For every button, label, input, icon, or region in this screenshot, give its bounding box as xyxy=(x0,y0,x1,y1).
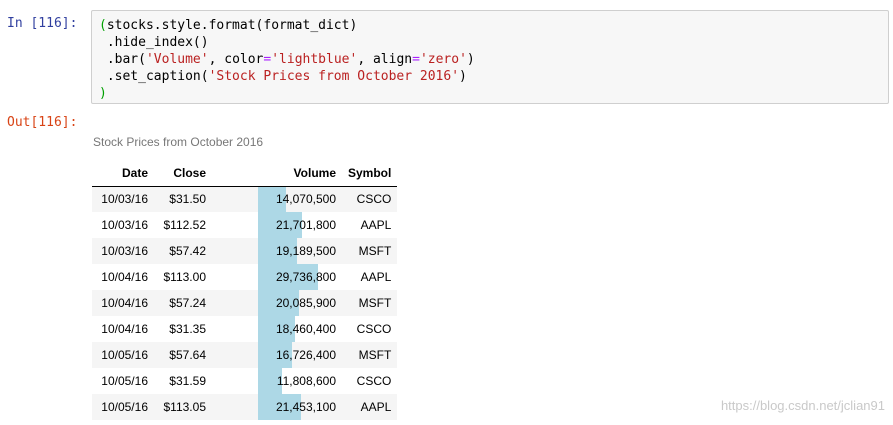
cell-volume: 21,701,800 xyxy=(212,212,342,238)
cell-volume: 14,070,500 xyxy=(212,186,342,212)
cell-symbol: AAPL xyxy=(360,218,392,232)
table-caption: Stock Prices from October 2016 xyxy=(93,135,264,149)
cell-close: $31.50 xyxy=(154,186,212,212)
cell-close: $57.42 xyxy=(154,238,212,264)
cell-volume: 11,808,600 xyxy=(212,368,342,394)
output-prompt: Out[116]: xyxy=(7,115,78,130)
cell-date: 10/03/16 xyxy=(92,238,154,264)
input-prompt: In [116]: xyxy=(7,16,78,31)
volume-value: 19,189,500 xyxy=(275,244,336,258)
volume-value: 29,736,800 xyxy=(275,270,336,284)
code-line-3-arg2: , align xyxy=(357,52,413,67)
table-header-row: Date Close Volume Symbol xyxy=(92,161,398,187)
table-row: 10/05/16 $113.05 21,453,100 AAPL xyxy=(92,394,398,420)
volume-value: 18,460,400 xyxy=(275,322,336,336)
cell-volume: 19,189,500 xyxy=(212,238,342,264)
cell-symbol: MSFT xyxy=(342,342,398,368)
code-editor[interactable]: (stocks.style.format(format_dict) .hide_… xyxy=(92,11,888,102)
table-row: 10/04/16 $113.00 29,736,800 AAPL xyxy=(92,264,397,290)
volume-value: 21,701,800 xyxy=(275,218,336,232)
code-line-1: stocks.style.format(format_dict) xyxy=(106,18,358,33)
volume-value: 21,453,100 xyxy=(275,400,336,414)
cell-symbol: AAPL xyxy=(342,394,398,420)
cell-close: $113.00 xyxy=(163,270,207,284)
code-line-4-call: .set_caption( xyxy=(106,69,209,84)
volume-value: 14,070,500 xyxy=(275,192,336,207)
table-row: 10/03/16 $57.42 19,189,500 MSFT xyxy=(92,238,398,264)
cell-date: 10/03/16 xyxy=(101,218,148,232)
column-header-symbol: Symbol xyxy=(342,161,398,187)
cell-symbol: AAPL xyxy=(360,270,392,284)
cell-close: $112.52 xyxy=(163,218,207,232)
volume-value: 16,726,400 xyxy=(275,348,336,362)
code-open-paren: ( xyxy=(99,18,107,33)
column-header-date: Date xyxy=(92,161,154,187)
cell-close: $31.59 xyxy=(169,374,206,388)
table-row: 10/05/16 $57.64 16,726,400 MSFT xyxy=(92,342,398,368)
cell-date: 10/04/16 xyxy=(101,322,148,336)
cell-volume: 16,726,400 xyxy=(212,342,342,368)
cell-close: $113.05 xyxy=(154,394,212,420)
code-string-caption: 'Stock Prices from October 2016' xyxy=(208,69,460,84)
volume-value: 11,808,600 xyxy=(276,374,336,388)
code-line-4-close: ) xyxy=(459,69,467,84)
table-row: 10/04/16 $57.24 20,085,900 MSFT xyxy=(92,290,398,316)
table-row: 10/05/16 $31.59 11,808,600 CSCO xyxy=(92,368,397,394)
cell-date: 10/04/16 xyxy=(92,290,154,316)
cell-symbol: CSCO xyxy=(342,186,398,212)
column-header-volume: Volume xyxy=(212,161,342,187)
cell-date: 10/03/16 xyxy=(92,186,154,212)
cell-volume: 21,453,100 xyxy=(212,394,342,420)
cell-close: $31.35 xyxy=(169,322,206,336)
code-line-2: .hide_index() xyxy=(106,35,209,50)
cell-symbol: CSCO xyxy=(356,374,392,388)
code-line-3-close: ) xyxy=(466,52,475,67)
code-equals: = xyxy=(412,52,420,67)
code-string-volume: 'Volume' xyxy=(145,52,209,67)
column-header-close: Close xyxy=(154,161,212,187)
code-string-color: 'lightblue' xyxy=(271,52,358,67)
cell-close: $57.24 xyxy=(154,290,212,316)
cell-symbol: MSFT xyxy=(342,290,398,316)
cell-symbol: CSCO xyxy=(356,322,392,336)
cell-date: 10/05/16 xyxy=(101,374,148,388)
cell-close: $57.64 xyxy=(154,342,212,368)
cell-volume: 29,736,800 xyxy=(212,264,342,290)
table-row: 10/03/16 $31.50 14,070,500 CSCO xyxy=(92,186,398,212)
volume-value: 20,085,900 xyxy=(275,296,336,310)
cell-date: 10/05/16 xyxy=(92,342,154,368)
code-cell[interactable]: (stocks.style.format(format_dict) .hide_… xyxy=(91,10,889,104)
cell-symbol: MSFT xyxy=(342,238,398,264)
table-row: 10/04/16 $31.35 18,460,400 CSCO xyxy=(92,316,397,342)
code-string-align: 'zero' xyxy=(419,52,467,67)
styled-dataframe: Date Close Volume Symbol 10/03/16 $31.50 1… xyxy=(92,161,398,420)
code-line-3-call: .bar( xyxy=(106,52,146,67)
cell-volume: 20,085,900 xyxy=(212,290,342,316)
cell-date: 10/04/16 xyxy=(101,270,148,284)
cell-date: 10/05/16 xyxy=(92,394,154,420)
table-row: 10/03/16 $112.52 21,701,800 AAPL xyxy=(92,212,397,238)
code-close-paren: ) xyxy=(99,86,107,101)
cell-volume: 18,460,400 xyxy=(212,316,342,342)
watermark: https://blog.csdn.net/jclian91 xyxy=(720,398,885,413)
code-line-3-arg: , color xyxy=(208,52,264,67)
